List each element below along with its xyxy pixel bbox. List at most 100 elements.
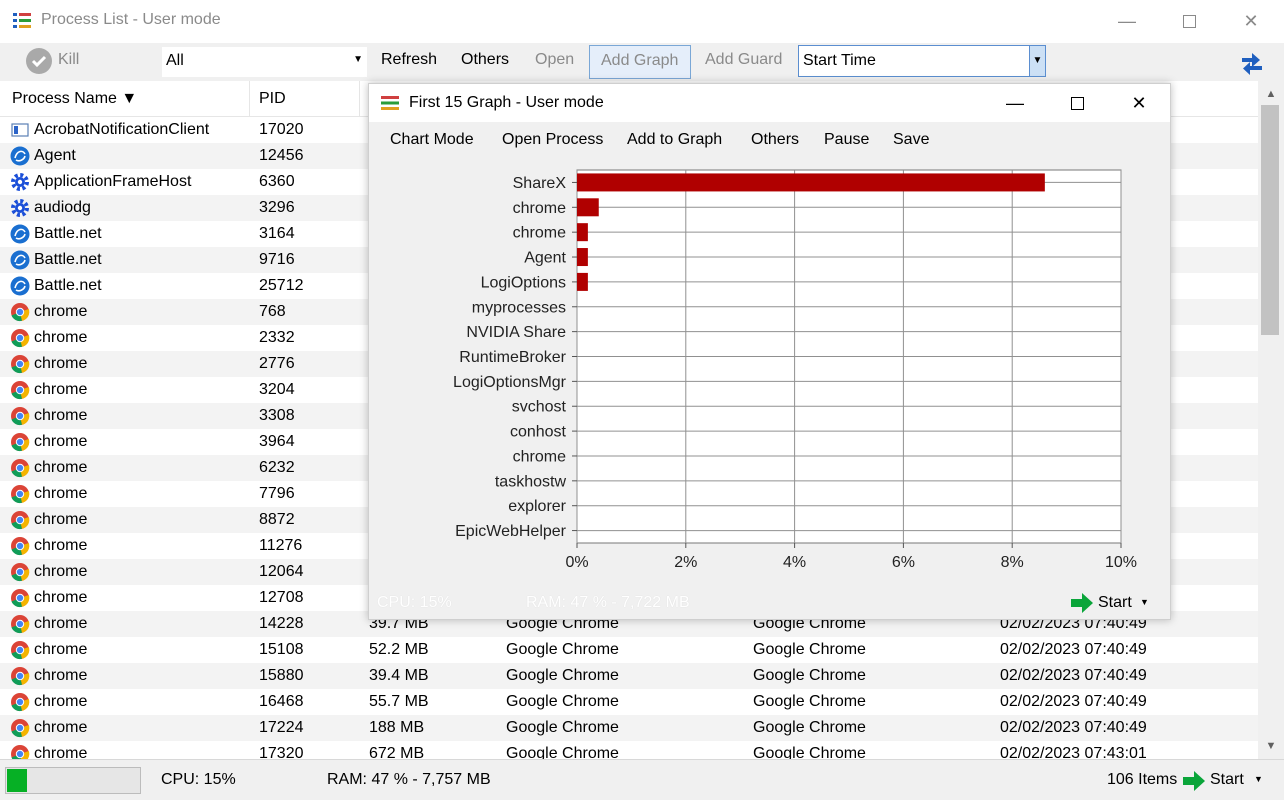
cell-pid: 2332 xyxy=(259,329,295,346)
cell-company: Google Chrome xyxy=(753,641,866,658)
chrome-icon xyxy=(10,510,30,530)
column-divider[interactable] xyxy=(249,81,250,117)
open-button[interactable]: Open xyxy=(535,51,574,69)
column-header-pid[interactable]: PID xyxy=(259,90,286,108)
filter-value: All xyxy=(166,52,184,69)
x-tick-label: 6% xyxy=(892,554,915,571)
swap-arrows-icon[interactable] xyxy=(1238,48,1266,76)
bar xyxy=(577,223,588,242)
items-count: 106 Items xyxy=(1107,771,1178,788)
cell-process-name: chrome xyxy=(34,589,88,606)
menu-others[interactable]: Others xyxy=(751,131,799,149)
x-tick-label: 10% xyxy=(1105,554,1137,571)
cell-start-time: 02/02/2023 07:43:01 xyxy=(1000,745,1147,759)
cell-pid: 17224 xyxy=(259,719,304,736)
cpu-bar-chart: 0% 2% 4% 6% 8% 10% ShareX chrome chrome Agent Logi… xyxy=(453,169,1137,571)
menu-open-process[interactable]: Open Process xyxy=(502,131,603,149)
graph-start-label: Start xyxy=(1098,594,1132,611)
graph-ram-status: RAM: 47 % - 7,722 MB xyxy=(526,594,690,611)
scroll-down-icon[interactable]: ▼ xyxy=(1258,735,1284,757)
cell-memory: 52.2 MB xyxy=(369,641,429,658)
maximize-button[interactable] xyxy=(1158,0,1220,43)
y-tick-label: EpicWebHelper xyxy=(455,523,567,540)
cell-pid: 2776 xyxy=(259,355,295,372)
refresh-button[interactable]: Refresh xyxy=(381,51,437,69)
chrome-icon xyxy=(10,718,30,738)
chrome-icon xyxy=(10,614,30,634)
bar xyxy=(577,198,599,217)
chrome-icon xyxy=(10,640,30,660)
graph-close-button[interactable]: ✕ xyxy=(1108,84,1170,122)
graph-menu-bar: Chart Mode Open Process Add to Graph Oth… xyxy=(369,122,1170,158)
cpu-progress-fill xyxy=(7,769,28,792)
y-tick-label: myprocesses xyxy=(472,299,566,316)
y-tick-label: LogiOptions xyxy=(481,274,566,291)
graph-status-bar: CPU: 15% RAM: 47 % - 7,722 MB Start ▼ xyxy=(369,585,1170,619)
y-tick-label: chrome xyxy=(513,448,566,465)
chrome-icon xyxy=(10,458,30,478)
y-tick-label: LogiOptionsMgr xyxy=(453,374,567,391)
cell-process-name: chrome xyxy=(34,667,88,684)
chrome-icon xyxy=(10,744,30,759)
cell-memory: 55.7 MB xyxy=(369,693,429,710)
cell-process-name: Battle.net xyxy=(34,225,102,242)
table-row[interactable]: chrome 17320 672 MB Google Chrome Google Chr… xyxy=(0,741,1258,759)
cell-pid: 12064 xyxy=(259,563,304,580)
kill-button[interactable]: Kill xyxy=(58,51,79,69)
add-guard-button[interactable]: Add Guard xyxy=(705,51,782,69)
bar xyxy=(577,272,588,291)
scrollbar-thumb[interactable] xyxy=(1261,105,1279,335)
cell-process-name: chrome xyxy=(34,329,88,346)
chrome-icon xyxy=(10,562,30,582)
cell-description: Google Chrome xyxy=(506,641,619,658)
graph-minimize-button[interactable]: — xyxy=(984,84,1046,122)
graph-start-button[interactable]: Start ▼ xyxy=(1071,591,1161,615)
graph-maximize-button[interactable] xyxy=(1046,84,1108,122)
cell-process-name: chrome xyxy=(34,615,88,632)
menu-add-to-graph[interactable]: Add to Graph xyxy=(627,131,722,149)
cell-process-name: AcrobatNotificationClient xyxy=(34,121,210,138)
close-icon: ✕ xyxy=(1131,92,1147,113)
cell-pid: 6232 xyxy=(259,459,295,476)
menu-chart-mode[interactable]: Chart Mode xyxy=(390,131,474,149)
add-graph-button[interactable]: Add Graph xyxy=(589,45,691,79)
cell-pid: 11276 xyxy=(259,537,303,554)
cell-pid: 25712 xyxy=(259,277,304,294)
chrome-icon xyxy=(10,432,30,452)
start-button[interactable]: Start ▼ xyxy=(1183,769,1273,793)
table-row[interactable]: chrome 17224 188 MB Google Chrome Google Chr… xyxy=(0,715,1258,741)
column-divider[interactable] xyxy=(359,81,360,117)
cell-process-name: chrome xyxy=(34,641,88,658)
cell-company: Google Chrome xyxy=(753,693,866,710)
table-row[interactable]: chrome 15108 52.2 MB Google Chrome Google Ch… xyxy=(0,637,1258,663)
chevron-down-icon: ▼ xyxy=(353,54,363,65)
cell-pid: 3164 xyxy=(259,225,295,242)
cell-memory: 39.4 MB xyxy=(369,667,429,684)
minimize-button[interactable]: — xyxy=(1096,0,1158,43)
menu-pause[interactable]: Pause xyxy=(824,131,869,149)
menu-save[interactable]: Save xyxy=(893,131,929,149)
y-tick-label: svchost xyxy=(512,399,567,416)
table-row[interactable]: chrome 16468 55.7 MB Google Chrome Google Ch… xyxy=(0,689,1258,715)
bar xyxy=(577,248,588,267)
cell-process-name: chrome xyxy=(34,303,88,320)
y-tick-label: conhost xyxy=(510,424,567,441)
graph-window-title: First 15 Graph - User mode xyxy=(409,94,604,111)
graph-window: First 15 Graph - User mode — ✕ Chart Mod… xyxy=(368,83,1171,620)
close-button[interactable]: ✕ xyxy=(1220,0,1282,43)
cell-process-name: chrome xyxy=(34,485,88,502)
cell-pid: 3964 xyxy=(259,433,295,450)
column-select[interactable]: Start Time ▼ xyxy=(798,45,1046,77)
scroll-up-icon[interactable]: ▲ xyxy=(1258,83,1284,105)
column-header-process-name[interactable]: Process Name ▼ xyxy=(12,90,137,108)
cell-process-name: Battle.net xyxy=(34,277,102,294)
table-row[interactable]: chrome 15880 39.4 MB Google Chrome Google Ch… xyxy=(0,663,1258,689)
filter-select[interactable]: All ▼ xyxy=(162,47,367,77)
arrow-right-icon xyxy=(1071,593,1093,613)
cell-process-name: chrome xyxy=(34,719,88,736)
y-tick-label: RuntimeBroker xyxy=(459,349,566,366)
cell-description: Google Chrome xyxy=(506,719,619,736)
cell-process-name: chrome xyxy=(34,563,88,580)
vertical-scrollbar[interactable]: ▲ ▼ xyxy=(1258,81,1284,759)
others-menu[interactable]: Others xyxy=(461,51,509,69)
